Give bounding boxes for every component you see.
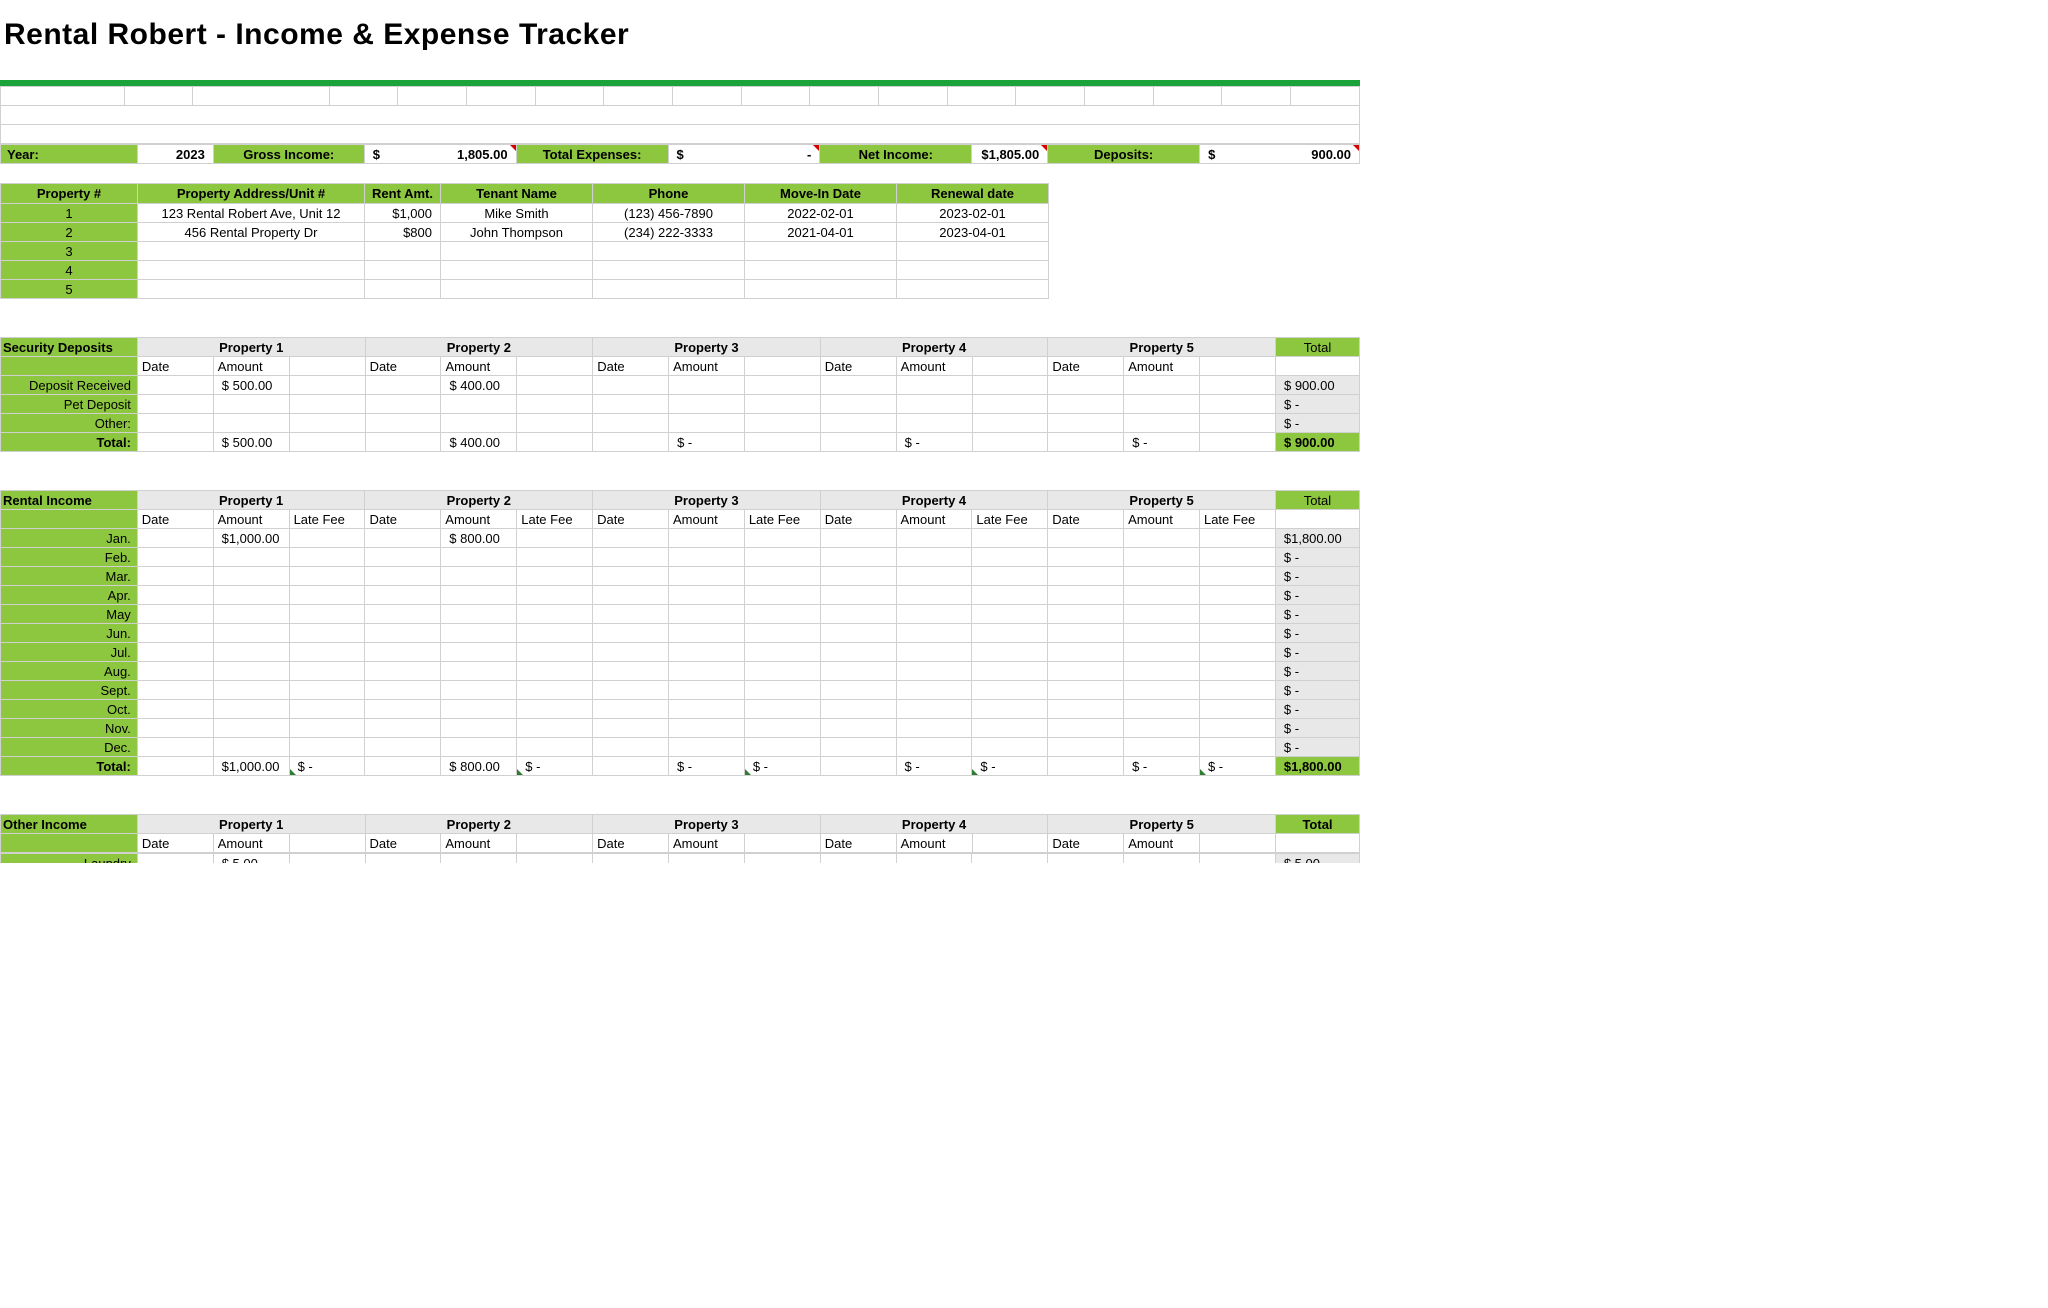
income-row-total: Total: $1,000.00$ - $ 800.00$ - $ -$ - $… — [1, 757, 1360, 776]
income-row-jan: Jan. $1,000.00 $ 800.00 $1,800.00 — [1, 529, 1360, 548]
deposit-row-pet: Pet Deposit $ - — [1, 395, 1360, 414]
security-deposits-label: Security Deposits — [1, 338, 138, 357]
property-row: 2 456 Rental Property Dr $800 John Thomp… — [1, 223, 1049, 242]
income-row: Aug.$ - — [1, 662, 1360, 681]
net-income-label: Net Income: — [820, 145, 972, 164]
other-row-laundry: Laundry $ 5.00 $ 5.00 — [1, 854, 1360, 864]
rental-income-table: Rental Income Property 1 Property 2 Prop… — [0, 490, 1360, 776]
gross-income-value[interactable]: $1,805.00 — [364, 145, 516, 164]
col-property-addr: Property Address/Unit # — [138, 184, 365, 204]
security-deposits-table: Security Deposits Property 1 Property 2 … — [0, 337, 1360, 452]
deposit-row-received: Deposit Received $ 500.00 $ 400.00 $ 900… — [1, 376, 1360, 395]
income-row: Apr.$ - — [1, 586, 1360, 605]
deposit-row-other: Other: $ - — [1, 414, 1360, 433]
col-tenant-name: Tenant Name — [441, 184, 593, 204]
total-expenses-label: Total Expenses: — [516, 145, 668, 164]
rental-income-label: Rental Income — [1, 491, 138, 510]
income-row: Feb.$ - — [1, 548, 1360, 567]
deposit-row-total: Total: $ 500.00 $ 400.00 $ - $ - $ - $ 9… — [1, 433, 1360, 452]
blank-grid-top — [0, 86, 1360, 144]
income-row: Sept.$ - — [1, 681, 1360, 700]
deposits-value[interactable]: $900.00 — [1200, 145, 1360, 164]
dep-col-p1: Property 1 — [137, 338, 365, 357]
year-label: Year: — [1, 145, 138, 164]
year-value[interactable]: 2023 — [137, 145, 213, 164]
dep-col-p3: Property 3 — [593, 338, 821, 357]
summary-row: Year: 2023 Gross Income: $1,805.00 Total… — [0, 144, 1360, 164]
income-row: Dec.$ - — [1, 738, 1360, 757]
page-title: Rental Robert - Income & Expense Tracker — [0, 8, 1360, 80]
deposits-label: Deposits: — [1048, 145, 1200, 164]
dep-col-p4: Property 4 — [820, 338, 1048, 357]
property-row: 4 — [1, 261, 1049, 280]
property-row: 3 — [1, 242, 1049, 261]
dep-col-p2: Property 2 — [365, 338, 593, 357]
income-row: Nov.$ - — [1, 719, 1360, 738]
gross-income-label: Gross Income: — [213, 145, 364, 164]
other-income-label: Other Income — [1, 815, 138, 834]
net-income-value[interactable]: $1,805.00 — [972, 145, 1048, 164]
income-row: Mar.$ - — [1, 567, 1360, 586]
properties-table: Property # Property Address/Unit # Rent … — [0, 183, 1049, 299]
col-rent-amt: Rent Amt. — [365, 184, 441, 204]
total-expenses-value[interactable]: $- — [668, 145, 820, 164]
col-property-num: Property # — [1, 184, 138, 204]
income-row: Jul.$ - — [1, 643, 1360, 662]
other-income-table: Other Income Property 1 Property 2 Prope… — [0, 814, 1360, 853]
dep-total-col: Total — [1275, 338, 1359, 357]
col-phone: Phone — [593, 184, 745, 204]
property-row: 1 123 Rental Robert Ave, Unit 12 $1,000 … — [1, 204, 1049, 223]
col-move-in: Move-In Date — [745, 184, 897, 204]
property-row: 5 — [1, 280, 1049, 299]
income-row: Oct.$ - — [1, 700, 1360, 719]
col-renewal: Renewal date — [897, 184, 1049, 204]
dep-col-p5: Property 5 — [1048, 338, 1276, 357]
income-row: May$ - — [1, 605, 1360, 624]
income-row: Jun.$ - — [1, 624, 1360, 643]
